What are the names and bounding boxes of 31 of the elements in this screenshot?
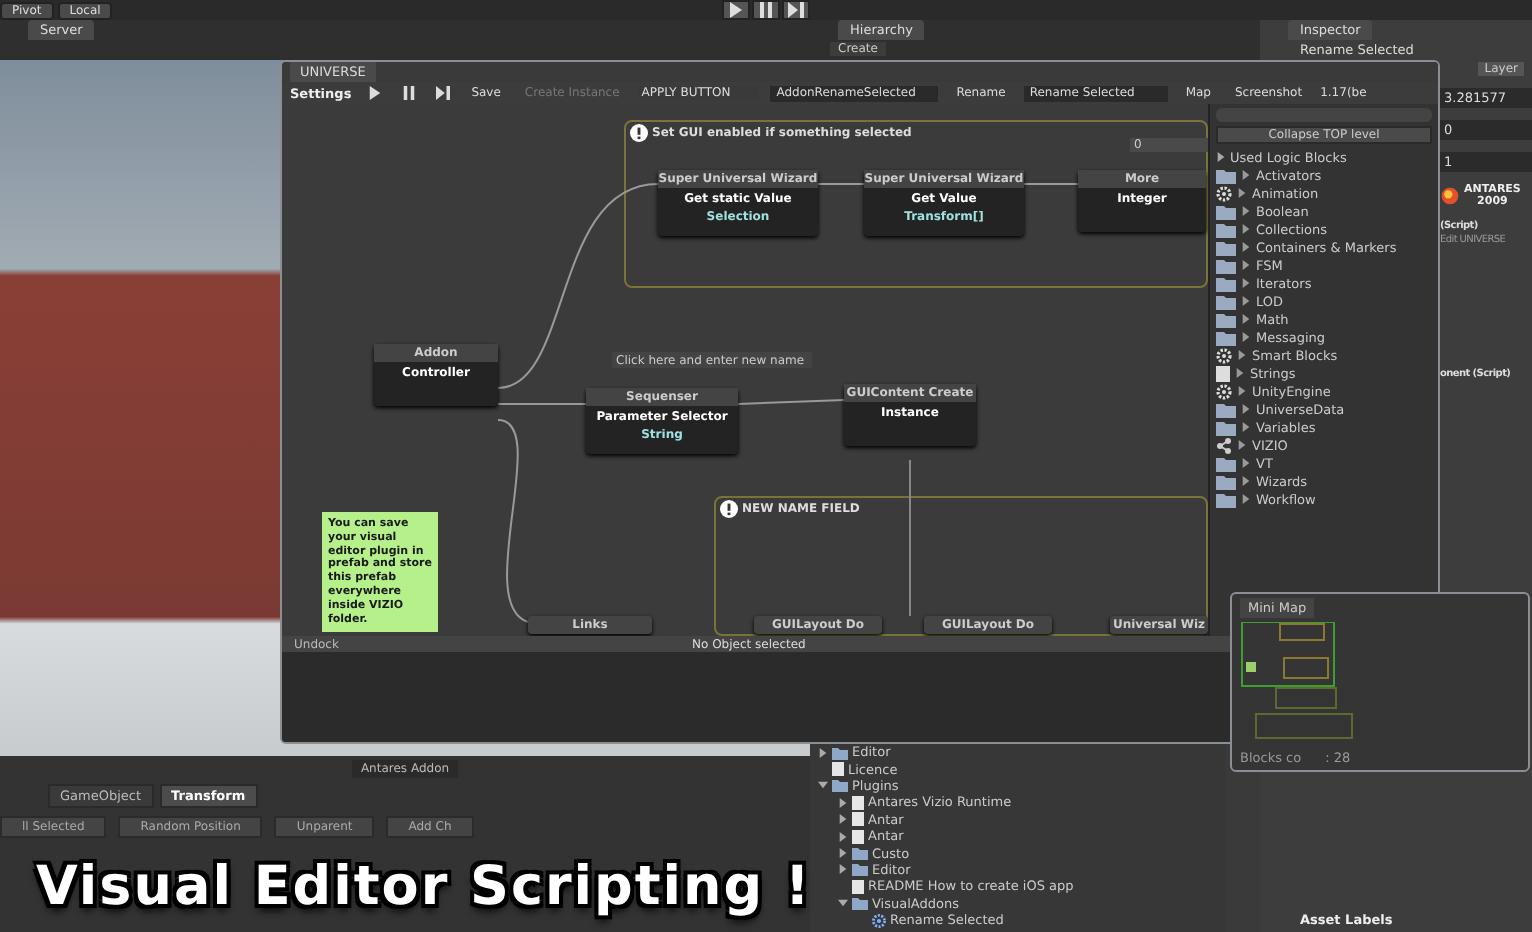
document-icon bbox=[832, 762, 844, 777]
caret-icon[interactable] bbox=[838, 898, 848, 909]
alert-icon bbox=[720, 500, 738, 518]
connector-line bbox=[817, 183, 865, 185]
connector-line bbox=[737, 399, 845, 405]
caption-title: Visual Editor Scripting ! bbox=[36, 856, 812, 918]
alert-icon bbox=[630, 124, 648, 142]
caret-icon[interactable] bbox=[838, 814, 848, 825]
step-button[interactable] bbox=[431, 86, 454, 100]
sun-icon bbox=[1440, 186, 1460, 206]
caret-icon bbox=[1216, 152, 1226, 162]
caret-icon[interactable] bbox=[838, 848, 848, 859]
play-button[interactable] bbox=[722, 0, 750, 20]
gear-icon bbox=[1216, 383, 1232, 399]
connector-line bbox=[497, 403, 587, 405]
document-icon bbox=[852, 879, 864, 894]
gear-icon bbox=[1216, 185, 1232, 201]
share-icon bbox=[1216, 437, 1232, 453]
gear-icon bbox=[872, 913, 886, 928]
document-icon bbox=[1216, 365, 1230, 381]
caret-icon[interactable] bbox=[838, 831, 848, 842]
caret-icon[interactable] bbox=[838, 864, 848, 875]
gear-icon bbox=[1216, 347, 1232, 363]
folder-icon bbox=[852, 896, 868, 911]
caret-icon[interactable] bbox=[818, 780, 828, 791]
caret-icon[interactable] bbox=[838, 797, 848, 808]
step-button[interactable] bbox=[782, 0, 810, 20]
connector-line bbox=[1023, 183, 1079, 185]
folder-icon bbox=[832, 778, 848, 793]
caret-icon[interactable] bbox=[818, 747, 828, 758]
pause-button[interactable] bbox=[752, 0, 780, 20]
